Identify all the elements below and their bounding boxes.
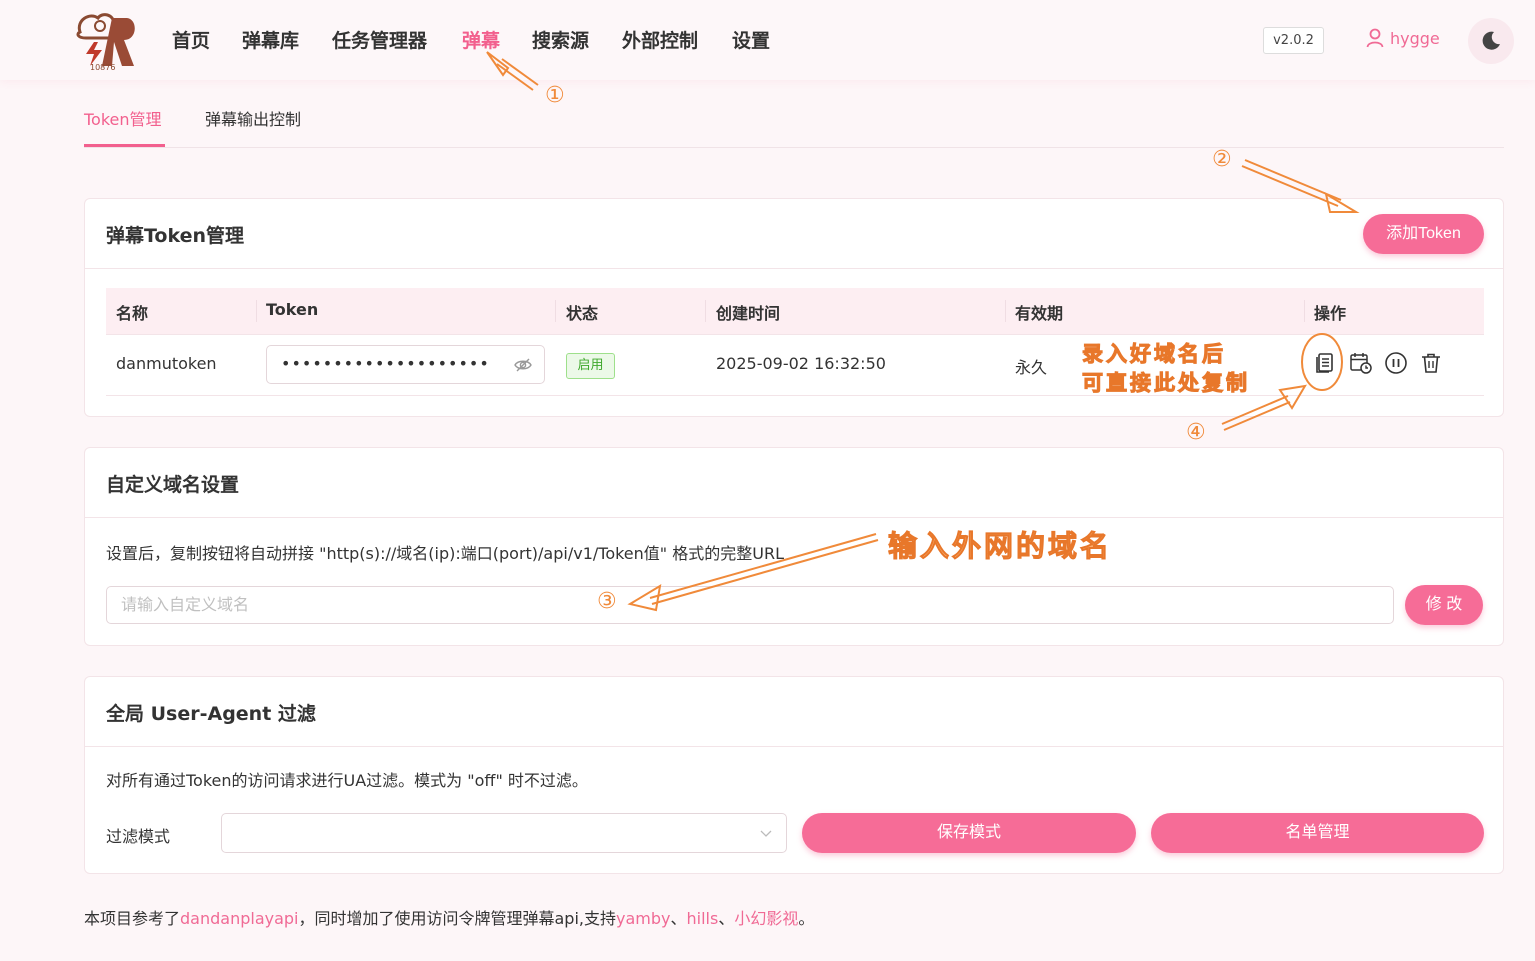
column-divider [555, 300, 556, 322]
footer-credits: 本项目参考了dandanplayapi，同时增加了使用访问令牌管理弹幕api,支… [84, 905, 814, 929]
svg-text:10876: 10876 [90, 63, 115, 72]
footer-suffix: 。 [798, 909, 815, 928]
created-time: 2025-09-02 16:32:50 [716, 354, 886, 373]
validity: 永久 [1015, 358, 1048, 377]
nav-external-control[interactable]: 外部控制 [622, 26, 698, 53]
moon-icon [1482, 31, 1500, 50]
column-divider [1304, 300, 1305, 322]
token-management-card: 弹幕Token管理 添加Token 名称 Token 状态 创建时间 有效期 操… [84, 198, 1504, 417]
column-divider [256, 300, 257, 322]
top-navbar: 10876 首页 弹幕库 任务管理器 弹幕 搜索源 外部控制 设置 v2.0.2… [0, 0, 1535, 80]
modify-domain-button[interactable]: 修 改 [1405, 585, 1483, 625]
token-value-masked: •••••••••••••••••••• [281, 354, 490, 373]
card-header: 全局 User-Agent 过滤 [85, 677, 1503, 747]
app-logo[interactable]: 10876 [72, 10, 138, 72]
ua-filter-card: 全局 User-Agent 过滤 对所有通过Token的访问请求进行UA过滤。模… [84, 676, 1504, 874]
trash-icon[interactable] [1419, 351, 1443, 375]
user-icon [1366, 28, 1384, 48]
nav-danmaku[interactable]: 弹幕 [462, 26, 500, 53]
annotation-step-2: ② [1212, 147, 1232, 172]
domain-input-placeholder: 请输入自定义域名 [121, 595, 250, 614]
pause-icon[interactable] [1384, 351, 1408, 375]
annotation-domain-note: 输入外网的域名 [887, 529, 1113, 564]
annotation-copy-note-line2: 可直接此处复制 [1082, 371, 1250, 396]
footer-prefix: 本项目参考了 [84, 909, 181, 928]
column-header-name: 名称 [116, 304, 149, 323]
column-header-status: 状态 [566, 304, 599, 323]
ua-description: 对所有通过Token的访问请求进行UA过滤。模式为 "off" 时不过滤。 [106, 771, 588, 790]
nav-task-manager[interactable]: 任务管理器 [332, 26, 427, 53]
list-management-button[interactable]: 名单管理 [1151, 813, 1484, 853]
nav-search-sources[interactable]: 搜索源 [532, 26, 589, 53]
footer-separator: 、 [670, 909, 687, 928]
annotation-copy-note-line1: 录入好域名后 [1082, 342, 1226, 367]
column-header-actions: 操作 [1314, 304, 1347, 323]
annotation-step-1: ① [545, 83, 565, 108]
copy-icon[interactable] [1314, 351, 1338, 375]
link-dandanplayapi[interactable]: dandanplayapi [180, 909, 298, 928]
card-header: 自定义域名设置 [85, 448, 1503, 518]
link-yamby[interactable]: yamby [616, 909, 670, 928]
link-hills[interactable]: hills [687, 909, 719, 928]
card-header: 弹幕Token管理 添加Token [85, 199, 1503, 269]
nav-settings[interactable]: 设置 [732, 26, 770, 53]
filter-mode-select[interactable] [221, 813, 787, 853]
tab-danmaku-output-control[interactable]: 弹幕输出控制 [205, 106, 301, 130]
filter-mode-label: 过滤模式 [106, 827, 171, 846]
version-badge: v2.0.2 [1263, 27, 1324, 54]
token-table-header: 名称 Token 状态 创建时间 有效期 操作 [106, 288, 1484, 335]
username: hygge [1390, 28, 1440, 48]
save-mode-button[interactable]: 保存模式 [802, 813, 1136, 853]
domain-description: 设置后，复制按钮将自动拼接 "http(s)://域名(ip):端口(port)… [106, 544, 784, 563]
nav-danmaku-library[interactable]: 弹幕库 [242, 26, 299, 53]
token-name: danmutoken [116, 354, 217, 373]
theme-toggle-button[interactable] [1468, 18, 1514, 64]
table-row: danmutoken •••••••••••••••••••• 启用 2025-… [106, 335, 1484, 396]
footer-separator: 、 [718, 909, 735, 928]
add-token-button[interactable]: 添加Token [1363, 214, 1484, 254]
column-divider [1005, 300, 1006, 322]
calendar-clock-icon[interactable] [1349, 351, 1373, 375]
column-header-validity: 有效期 [1015, 304, 1064, 323]
column-header-created: 创建时间 [716, 304, 781, 323]
card-title: 全局 User-Agent 过滤 [106, 703, 316, 725]
link-xiaohuan[interactable]: 小幻影视 [734, 909, 798, 928]
annotation-step-3: ③ [597, 589, 617, 614]
domain-input[interactable]: 请输入自定义域名 [106, 586, 1394, 624]
eye-slash-icon[interactable] [514, 356, 532, 374]
chevron-down-icon [760, 830, 772, 837]
nav-home[interactable]: 首页 [172, 26, 210, 53]
user-menu[interactable]: hygge [1366, 28, 1440, 48]
footer-middle: ，同时增加了使用访问令牌管理弹幕api,支持 [298, 909, 617, 928]
card-title: 自定义域名设置 [106, 474, 240, 496]
annotation-step-4: ④ [1186, 420, 1206, 445]
active-tab-indicator [84, 144, 165, 147]
page-tabs: Token管理 弹幕输出控制 [84, 100, 1504, 148]
card-title: 弹幕Token管理 [106, 225, 245, 247]
tab-token-management[interactable]: Token管理 [84, 106, 162, 130]
column-header-token: Token [266, 300, 319, 319]
column-divider [705, 300, 706, 322]
status-badge: 启用 [566, 353, 615, 379]
custom-domain-card: 自定义域名设置 设置后，复制按钮将自动拼接 "http(s)://域名(ip):… [84, 447, 1504, 646]
token-field[interactable]: •••••••••••••••••••• [266, 345, 545, 384]
